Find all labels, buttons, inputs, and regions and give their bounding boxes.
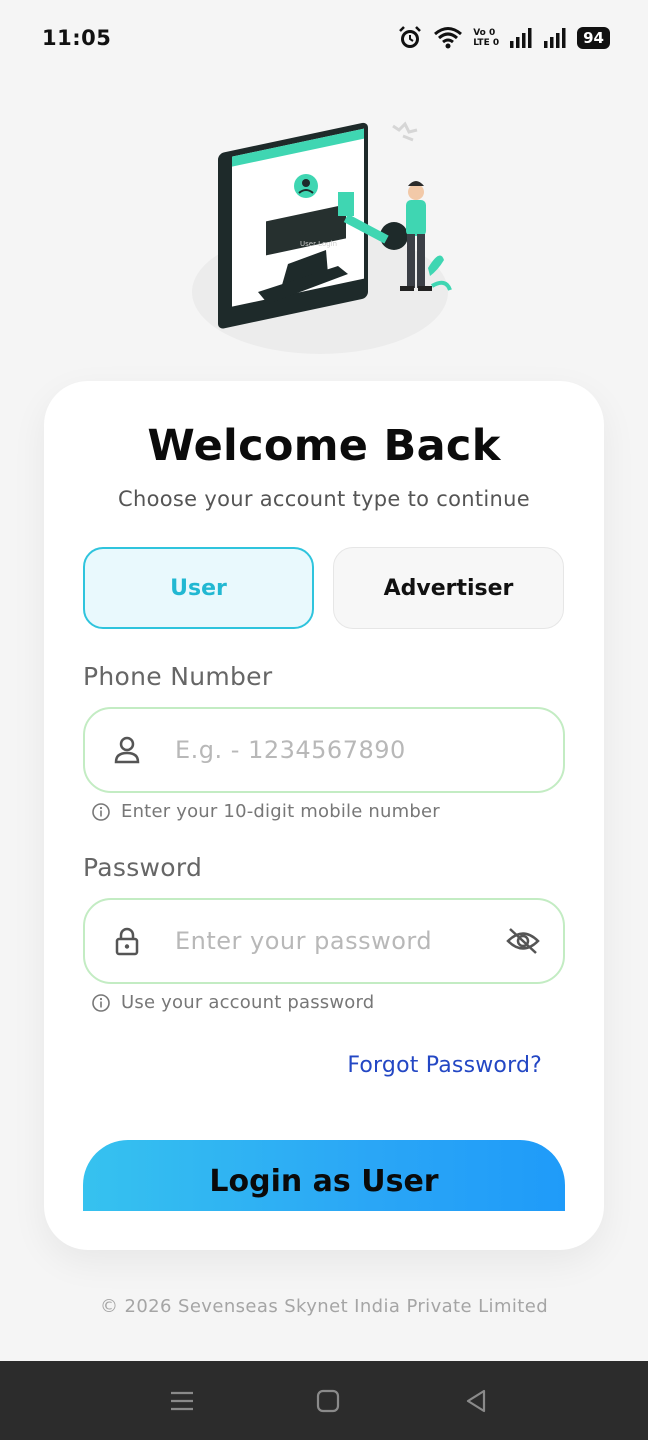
copyright-footer: © 2026 Sevenseas Skynet India Private Li… — [99, 1296, 549, 1317]
login-illustration: User Login — [192, 121, 452, 354]
signal-icon-sim1 — [510, 28, 532, 48]
status-time: 11:05 — [42, 26, 112, 50]
login-button[interactable]: Login as User — [83, 1140, 565, 1211]
volte-top-text: Vo 0 — [473, 28, 496, 38]
volte-indicator: Vo 0 LTE 0 — [473, 28, 499, 48]
status-bar: 11:05 Vo 0 LTE 0 94 — [0, 0, 648, 76]
system-nav-bar — [0, 1361, 648, 1440]
status-icons: Vo 0 LTE 0 94 — [397, 25, 610, 51]
illustration-caption: User Login — [300, 240, 337, 248]
alarm-icon — [399, 26, 422, 48]
home-icon[interactable] — [314, 1387, 342, 1415]
login-button-clip: Login as User — [44, 381, 604, 1211]
menu-icon[interactable] — [168, 1387, 196, 1415]
back-icon[interactable] — [462, 1387, 490, 1415]
wifi-icon — [434, 27, 463, 49]
login-card: Welcome Back Choose your account type to… — [44, 381, 604, 1250]
battery-indicator: 94 — [577, 27, 610, 49]
signal-icon-sim2 — [544, 28, 566, 48]
volte-bottom-text: LTE 0 — [473, 38, 500, 48]
